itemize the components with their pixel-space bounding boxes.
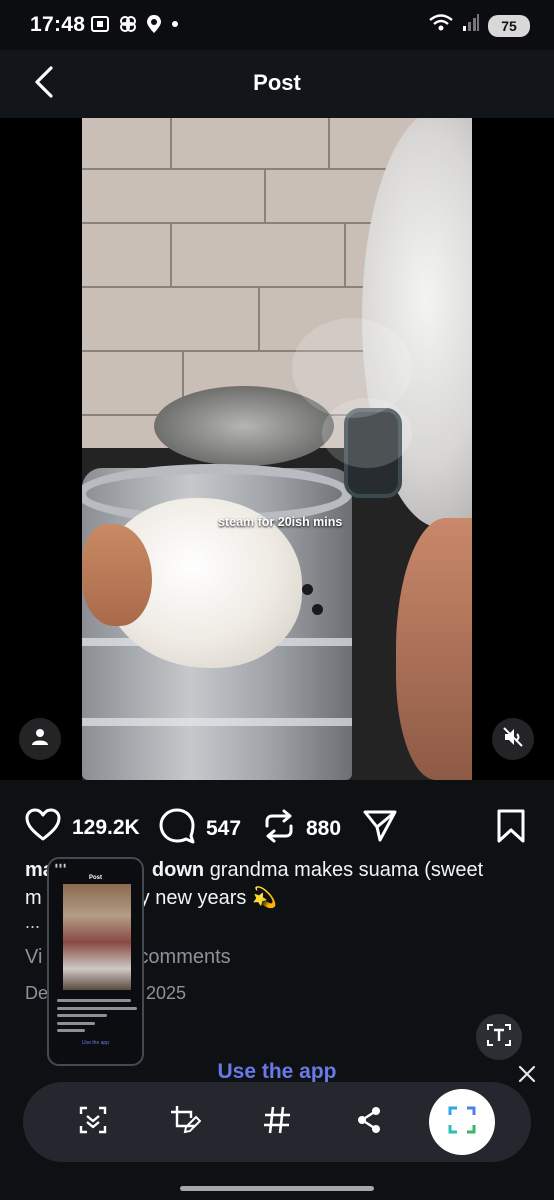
pinwheel-icon	[118, 14, 138, 39]
dot-icon	[170, 14, 180, 39]
status-bar: 17:48 75	[0, 0, 554, 50]
face	[396, 518, 472, 780]
screenshot-icon	[90, 14, 110, 39]
mute-button[interactable]	[492, 718, 534, 760]
muted-speaker-icon	[502, 726, 524, 753]
text-select-icon	[486, 1022, 512, 1053]
header: Post	[0, 50, 554, 118]
thumbnail-photo	[63, 884, 131, 990]
use-the-app-link[interactable]: Use the app	[0, 1060, 554, 1084]
repost-count: 880	[306, 816, 342, 840]
signal-icon	[462, 13, 480, 38]
video-overlay-text: steam for 20ish mins	[218, 515, 343, 529]
home-indicator[interactable]	[180, 1186, 374, 1191]
caption-text-2: y new years 💫	[139, 887, 277, 909]
video-frame: steam for 20ish mins	[82, 118, 472, 780]
person-icon	[30, 727, 50, 752]
heart-icon	[24, 808, 62, 847]
more-button[interactable]: ...	[25, 912, 40, 933]
caption-username-tail[interactable]: down	[152, 859, 204, 881]
scan-text-icon	[78, 1105, 108, 1140]
action-bar: 129.2K 547 880	[0, 800, 554, 850]
repost-icon	[262, 808, 296, 849]
hashtag-button[interactable]	[257, 1102, 297, 1142]
tagged-people-button[interactable]	[19, 718, 61, 760]
battery-icon: 75	[488, 14, 530, 37]
location-icon	[146, 14, 162, 39]
wifi-icon	[428, 13, 454, 38]
status-icons-right: 75	[428, 13, 530, 38]
share-icon	[354, 1105, 384, 1140]
comment-button[interactable]: 547	[158, 808, 241, 849]
send-icon	[362, 808, 398, 849]
repost-button[interactable]: 880	[262, 808, 341, 849]
screenshot-thumbnail[interactable]: ▮ ▮ ▮ Post Use the app	[47, 857, 144, 1066]
thumbnail-use-app: Use the app	[82, 1040, 109, 1046]
share-button[interactable]	[349, 1102, 389, 1142]
close-icon	[517, 1064, 537, 1089]
video-player[interactable]: steam for 20ish mins	[0, 118, 554, 780]
edit-crop-icon	[169, 1104, 202, 1141]
caption-text: grandma makes suama (sweet	[209, 859, 484, 881]
bookmark-button[interactable]	[495, 808, 527, 849]
comment-icon	[158, 808, 196, 849]
smart-capture-button[interactable]	[429, 1089, 495, 1155]
capture-icon	[448, 1106, 476, 1139]
like-count: 129.2K	[72, 815, 140, 839]
status-time: 17:48	[30, 13, 86, 36]
screenshot-toolbar	[23, 1082, 531, 1162]
thumbnail-title: Post	[88, 875, 102, 881]
send-button[interactable]	[362, 808, 398, 849]
scroll-capture-button[interactable]	[73, 1102, 113, 1142]
bookmark-icon	[495, 808, 527, 849]
close-banner-button[interactable]	[514, 1063, 540, 1089]
edit-button[interactable]	[165, 1102, 205, 1142]
like-button[interactable]: 129.2K	[24, 808, 140, 847]
hashtag-icon	[262, 1105, 292, 1140]
page-title: Post	[253, 70, 301, 95]
status-icons-left	[90, 14, 180, 39]
text-extract-button[interactable]	[476, 1014, 522, 1060]
comment-count: 547	[206, 816, 242, 840]
